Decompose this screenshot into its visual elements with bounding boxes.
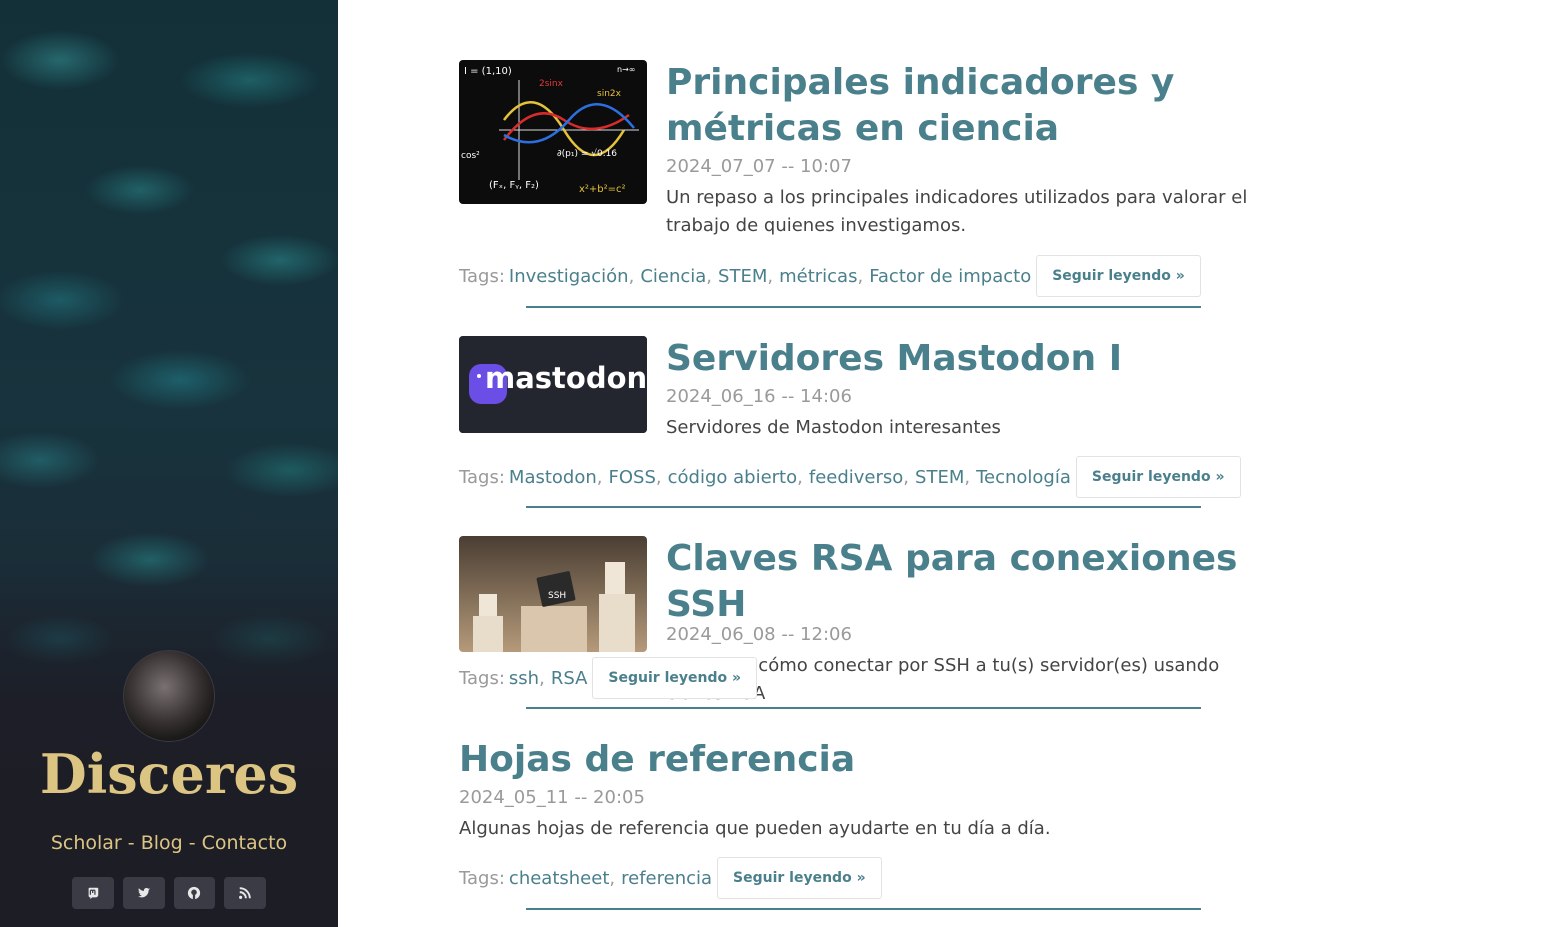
nav-separator: - <box>121 832 141 854</box>
post-title[interactable]: Hojas de referencia <box>459 737 1259 783</box>
post-list: I = (1,10) n→∞ 2sinx sin2x ∂(p₁) = √0.16… <box>459 0 1269 927</box>
tags-label: Tags: <box>459 667 505 689</box>
tag-link[interactable]: Mastodon <box>509 467 597 488</box>
post-body: Principales indicadores y métricas en ci… <box>666 60 1266 240</box>
post-tags: Tags: ssh, RSA Seguir leyendo » <box>459 657 758 699</box>
post-body: Hojas de referencia 2024_05_11 -- 20:05 … <box>459 737 1259 843</box>
tag-link[interactable]: Tecnología <box>976 467 1071 488</box>
thumb-text: x²+b²=c² <box>579 184 626 195</box>
tag-link[interactable]: ssh <box>509 668 539 689</box>
tag-link[interactable]: RSA <box>551 668 588 689</box>
read-more-button[interactable]: Seguir leyendo » <box>1036 255 1201 297</box>
rss-button[interactable] <box>224 877 266 909</box>
tag-link[interactable]: cheatsheet <box>509 868 609 889</box>
thumb-text: cos² <box>461 151 480 161</box>
post-thumbnail-mastodon[interactable]: mastodon <box>459 336 647 433</box>
read-more-button[interactable]: Seguir leyendo » <box>717 857 882 899</box>
github-button[interactable] <box>173 877 216 909</box>
post-date: 2024_06_16 -- 14:06 <box>666 386 852 407</box>
site-title[interactable]: Disceres <box>0 742 338 806</box>
post-date: 2024_05_11 -- 20:05 <box>459 787 645 808</box>
post-summary: Un repaso a los principales indicadores … <box>666 187 1248 236</box>
twitter-icon <box>137 887 150 898</box>
mastodon-logo-image: mastodon <box>459 336 647 433</box>
post-title[interactable]: Servidores Mastodon I <box>666 336 1266 382</box>
post-date: 2024_07_07 -- 10:07 <box>666 156 852 177</box>
post-thumbnail-math[interactable]: I = (1,10) n→∞ 2sinx sin2x ∂(p₁) = √0.16… <box>459 60 647 204</box>
post-divider <box>526 306 1201 308</box>
tag-link[interactable]: métricas <box>779 266 857 287</box>
post-divider <box>526 506 1201 508</box>
tag-link[interactable]: código abierto <box>668 467 798 488</box>
tag-link[interactable]: STEM <box>718 266 767 287</box>
rss-icon <box>239 887 251 899</box>
twitter-button[interactable] <box>122 877 165 909</box>
tags-label: Tags: <box>459 466 505 488</box>
ssh-servers-image: SSH <box>459 536 647 652</box>
avatar[interactable] <box>123 650 215 742</box>
mastodon-icon <box>88 887 99 900</box>
post-tags: Tags: cheatsheet, referencia Seguir leye… <box>459 857 882 899</box>
tag-link[interactable]: Factor de impacto <box>869 266 1031 287</box>
thumb-text: I = (1,10) <box>464 66 512 77</box>
post-tags: Tags: Mastodon, FOSS, código abierto, fe… <box>459 456 1241 498</box>
read-more-button[interactable]: Seguir leyendo » <box>592 657 758 699</box>
tags-label: Tags: <box>459 867 505 889</box>
nav-link-contacto[interactable]: Contacto <box>202 832 288 854</box>
post-date: 2024_06_08 -- 12:06 <box>666 624 852 645</box>
post-thumbnail-ssh[interactable]: SSH <box>459 536 647 652</box>
thumb-text: sin2x <box>597 89 622 99</box>
thumb-text: ∂(p₁) = √0.16 <box>557 148 617 159</box>
nav-link-blog[interactable]: Blog <box>141 832 183 854</box>
sidebar: Disceres Scholar - Blog - Contacto <box>0 0 338 927</box>
post-divider <box>526 908 1201 910</box>
tag-link[interactable]: Investigación <box>509 266 629 287</box>
thumb-text: 2sinx <box>539 79 564 89</box>
tag-link[interactable]: feediverso <box>809 467 903 488</box>
tags-label: Tags: <box>459 265 505 287</box>
post-title[interactable]: Claves RSA para conexiones SSH <box>666 536 1266 628</box>
sidebar-nav: Scholar - Blog - Contacto <box>0 832 338 854</box>
post-summary: Servidores de Mastodon interesantes <box>666 417 1001 438</box>
nav-separator: - <box>182 832 202 854</box>
thumb-text: mastodon <box>485 361 647 395</box>
social-links <box>72 877 266 909</box>
tag-link[interactable]: referencia <box>621 868 712 889</box>
thumb-text: n→∞ <box>617 65 635 74</box>
post-summary: Algunas hojas de referencia que pueden a… <box>459 818 1051 839</box>
post-divider <box>526 707 1201 709</box>
mastodon-button[interactable] <box>72 877 114 909</box>
read-more-button[interactable]: Seguir leyendo » <box>1075 456 1241 498</box>
post-body: Servidores Mastodon I 2024_06_16 -- 14:0… <box>666 336 1266 442</box>
post-title[interactable]: Principales indicadores y métricas en ci… <box>666 60 1266 152</box>
post-tags: Tags: Investigación, Ciencia, STEM, métr… <box>459 255 1201 297</box>
thumb-text: SSH <box>548 591 566 601</box>
tag-link[interactable]: Ciencia <box>640 266 706 287</box>
tag-link[interactable]: FOSS <box>609 467 656 488</box>
tag-link[interactable]: STEM <box>915 467 964 488</box>
thumb-text: (Fₓ, Fᵧ, F₂) <box>489 180 539 191</box>
nav-link-scholar[interactable]: Scholar <box>51 832 122 854</box>
math-chalkboard-image: I = (1,10) n→∞ 2sinx sin2x ∂(p₁) = √0.16… <box>459 60 647 204</box>
github-icon <box>188 886 201 900</box>
